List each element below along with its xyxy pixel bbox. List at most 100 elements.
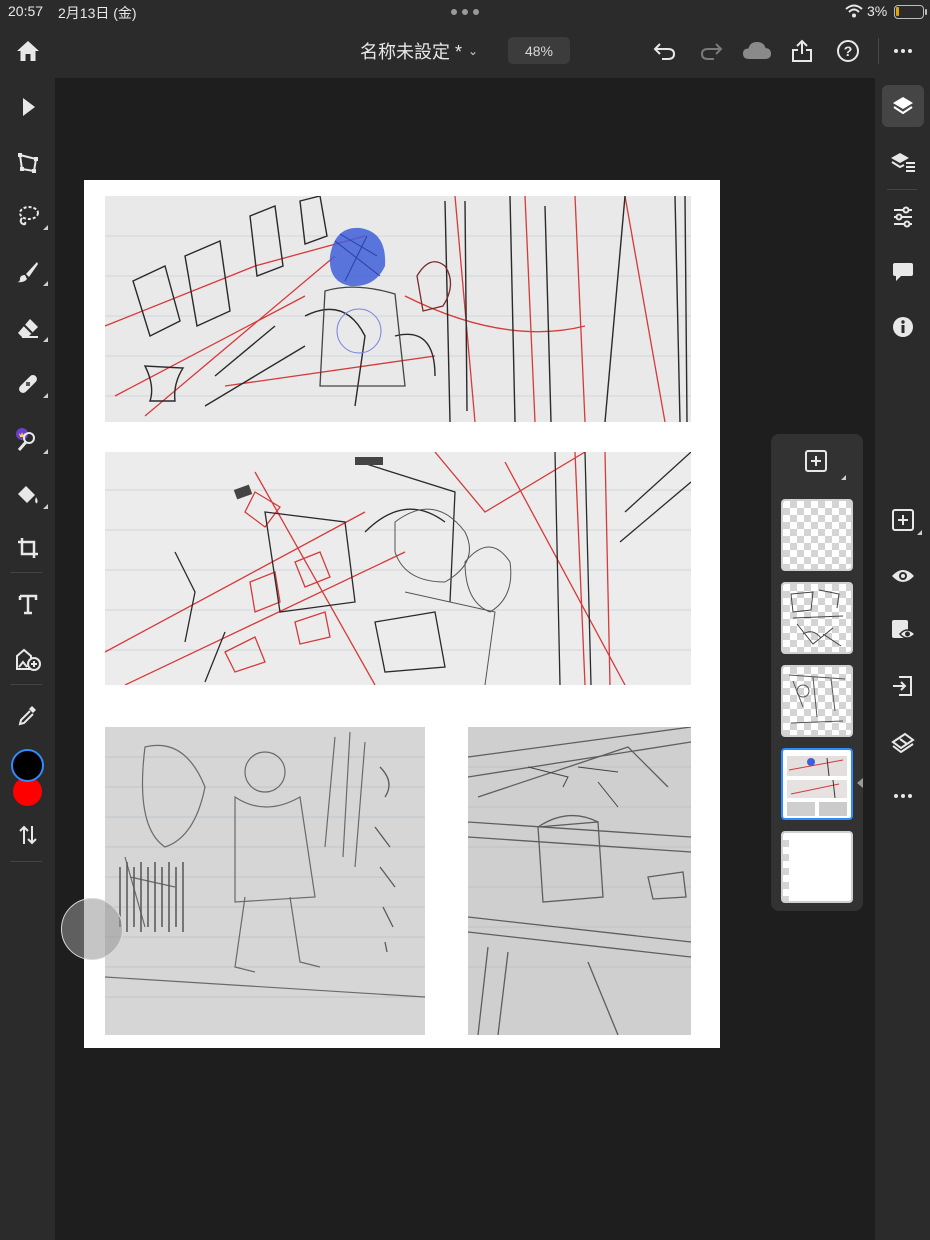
cloud-icon	[743, 42, 771, 59]
status-bar: 20:57 2月13日 (金) 3%	[0, 0, 930, 24]
clock: 20:57	[8, 3, 44, 19]
layer-thumbnail[interactable]	[781, 665, 853, 737]
redo-icon	[700, 43, 723, 60]
layer-thumbnail-selected[interactable]	[781, 748, 853, 820]
eyedropper-tool[interactable]	[8, 695, 48, 735]
lasso-icon	[19, 206, 39, 226]
layer-photo-preview	[783, 750, 851, 818]
svg-text:?: ?	[844, 43, 853, 59]
text-tool[interactable]	[8, 584, 48, 624]
magic-selection-tool[interactable]	[8, 420, 48, 460]
submenu-indicator-icon	[841, 475, 846, 480]
touch-shortcut-button[interactable]	[61, 898, 123, 960]
toolbar-divider	[10, 572, 42, 573]
import-icon	[893, 676, 912, 696]
document-title: 名称未設定 *	[360, 42, 463, 62]
comic-panel-2	[105, 452, 691, 685]
submenu-indicator-icon	[43, 393, 48, 398]
toolbar-divider	[878, 38, 879, 64]
magic-wand-icon	[16, 428, 35, 451]
type-icon	[18, 594, 38, 615]
transform-icon	[18, 153, 38, 173]
more-layer-options-button[interactable]	[882, 775, 924, 817]
submenu-indicator-icon	[43, 225, 48, 230]
comic-panel-4	[468, 727, 691, 1035]
app-header: 名称未設定 * ⌄ 48% ?	[0, 24, 930, 78]
transparency-checker	[783, 833, 851, 901]
arrow-pointer-icon	[23, 98, 35, 116]
select-tool[interactable]	[8, 87, 48, 127]
add-image-tool[interactable]	[8, 640, 48, 680]
bandage-icon	[19, 375, 37, 393]
undo-icon	[653, 43, 676, 60]
help-button[interactable]: ?	[834, 37, 862, 65]
toolbar-divider	[887, 189, 917, 190]
mask-visibility-button[interactable]	[882, 609, 924, 651]
layer-thumbnail[interactable]	[781, 499, 853, 571]
layer-thumbnail[interactable]	[781, 831, 853, 903]
more-icon	[894, 794, 912, 798]
lasso-tool[interactable]	[8, 196, 48, 236]
layer-thumbnail[interactable]	[781, 582, 853, 654]
white-fill	[789, 833, 851, 901]
more-options-button[interactable]	[890, 38, 916, 64]
import-button[interactable]	[882, 665, 924, 707]
comment-icon	[893, 263, 913, 281]
swap-colors-button[interactable]	[8, 815, 48, 855]
swap-arrows-icon	[19, 825, 37, 845]
add-layer-button[interactable]	[882, 499, 924, 541]
info-button[interactable]	[882, 306, 924, 348]
document-canvas[interactable]	[84, 180, 720, 1048]
layer-properties-button[interactable]	[882, 141, 924, 183]
help-icon: ?	[837, 40, 859, 62]
submenu-indicator-icon	[43, 281, 48, 286]
mask-eye-icon	[892, 620, 916, 639]
chevron-down-icon: ⌄	[468, 44, 479, 58]
redo-button[interactable]	[697, 38, 725, 64]
battery-icon	[894, 5, 927, 19]
layer-visibility-button[interactable]	[882, 555, 924, 597]
share-icon	[792, 39, 812, 62]
layer-properties-icon	[891, 153, 915, 172]
comments-button[interactable]	[882, 251, 924, 293]
add-layer-icon	[805, 450, 827, 472]
toolbar-divider	[10, 861, 42, 862]
eraser-layer-icon	[891, 732, 915, 753]
undo-button[interactable]	[651, 38, 679, 64]
eraser-icon	[18, 319, 38, 338]
panel-collapse-handle[interactable]	[857, 778, 863, 788]
comic-panel-3	[105, 727, 425, 1035]
date: 2月13日 (金)	[58, 5, 137, 21]
comic-panel-1	[105, 196, 691, 422]
fill-tool[interactable]	[8, 475, 48, 515]
crop-icon	[18, 538, 38, 558]
info-icon	[893, 317, 913, 337]
add-layer-icon	[892, 509, 914, 531]
zoom-level-button[interactable]: 48%	[508, 37, 570, 64]
submenu-indicator-icon	[43, 449, 48, 454]
adjustments-button[interactable]	[882, 196, 924, 238]
add-image-icon	[16, 648, 41, 671]
document-title-button[interactable]: 名称未設定 * ⌄	[360, 38, 478, 64]
submenu-indicator-icon	[917, 530, 922, 535]
transparency-checker	[783, 667, 851, 735]
add-layer-inline-button[interactable]	[805, 450, 829, 474]
cloud-sync-button[interactable]	[740, 38, 774, 64]
primary-color-swatch[interactable]	[11, 749, 44, 782]
transparency-checker	[783, 584, 851, 652]
left-toolbar	[0, 78, 55, 1240]
healing-tool[interactable]	[8, 364, 48, 404]
home-button[interactable]	[12, 36, 44, 66]
clear-layer-button[interactable]	[882, 721, 924, 763]
wifi-icon	[845, 4, 863, 18]
eyedropper-icon	[18, 706, 36, 726]
brush-tool[interactable]	[8, 252, 48, 292]
transform-tool[interactable]	[8, 143, 48, 183]
eye-icon	[892, 570, 914, 582]
layers-panel-button[interactable]	[882, 85, 924, 127]
share-button[interactable]	[788, 36, 816, 66]
multitasking-dots-icon[interactable]	[451, 9, 479, 15]
crop-tool[interactable]	[8, 528, 48, 568]
home-icon	[17, 41, 39, 61]
eraser-tool[interactable]	[8, 308, 48, 348]
